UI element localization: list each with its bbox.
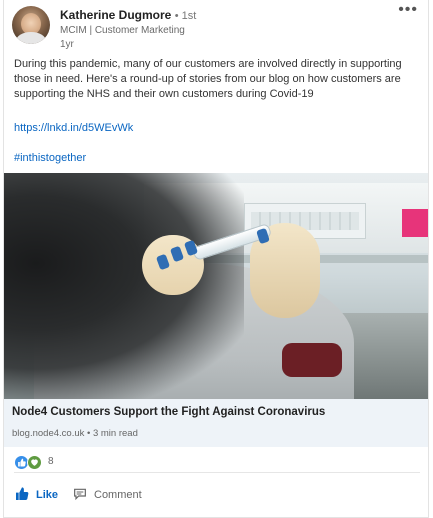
more-options-icon[interactable]: ••• bbox=[398, 2, 418, 18]
avatar[interactable] bbox=[12, 6, 50, 44]
author-line: Katherine Dugmore • 1st bbox=[60, 8, 196, 22]
post-text: During this pandemic, many of our custom… bbox=[14, 58, 402, 100]
comment-label: Comment bbox=[94, 489, 142, 501]
divider bbox=[14, 472, 420, 473]
connection-degree: • 1st bbox=[174, 10, 197, 22]
preview-subtitle: blog.node4.co.uk • 3 min read bbox=[12, 428, 138, 439]
preview-title[interactable]: Node4 Customers Support the Fight Agains… bbox=[12, 406, 325, 418]
pink-box bbox=[402, 209, 428, 237]
post-image[interactable] bbox=[4, 173, 428, 399]
comment-icon bbox=[72, 486, 88, 505]
reaction-count[interactable]: 8 bbox=[48, 456, 54, 467]
author-headline: MCIM | Customer Marketing bbox=[60, 25, 185, 36]
post-hashtag[interactable]: #inthistogether bbox=[14, 152, 86, 164]
comment-button[interactable]: Comment bbox=[72, 483, 142, 507]
post-time: 1yr bbox=[60, 39, 74, 50]
like-label: Like bbox=[36, 489, 59, 501]
post-link[interactable]: https://lnkd.in/d5WEvWk bbox=[14, 122, 133, 134]
link-preview[interactable]: Node4 Customers Support the Fight Agains… bbox=[4, 399, 428, 447]
person-silhouette bbox=[4, 173, 244, 399]
post-card: Katherine Dugmore • 1st MCIM | Customer … bbox=[3, 0, 429, 518]
sleeve-cuff bbox=[282, 343, 342, 377]
like-button[interactable]: Like bbox=[14, 483, 58, 507]
support-reaction-icon bbox=[27, 455, 42, 470]
thumbs-up-icon bbox=[14, 486, 30, 505]
post-header: Katherine Dugmore • 1st MCIM | Customer … bbox=[12, 6, 422, 50]
author-name[interactable]: Katherine Dugmore bbox=[60, 8, 171, 22]
